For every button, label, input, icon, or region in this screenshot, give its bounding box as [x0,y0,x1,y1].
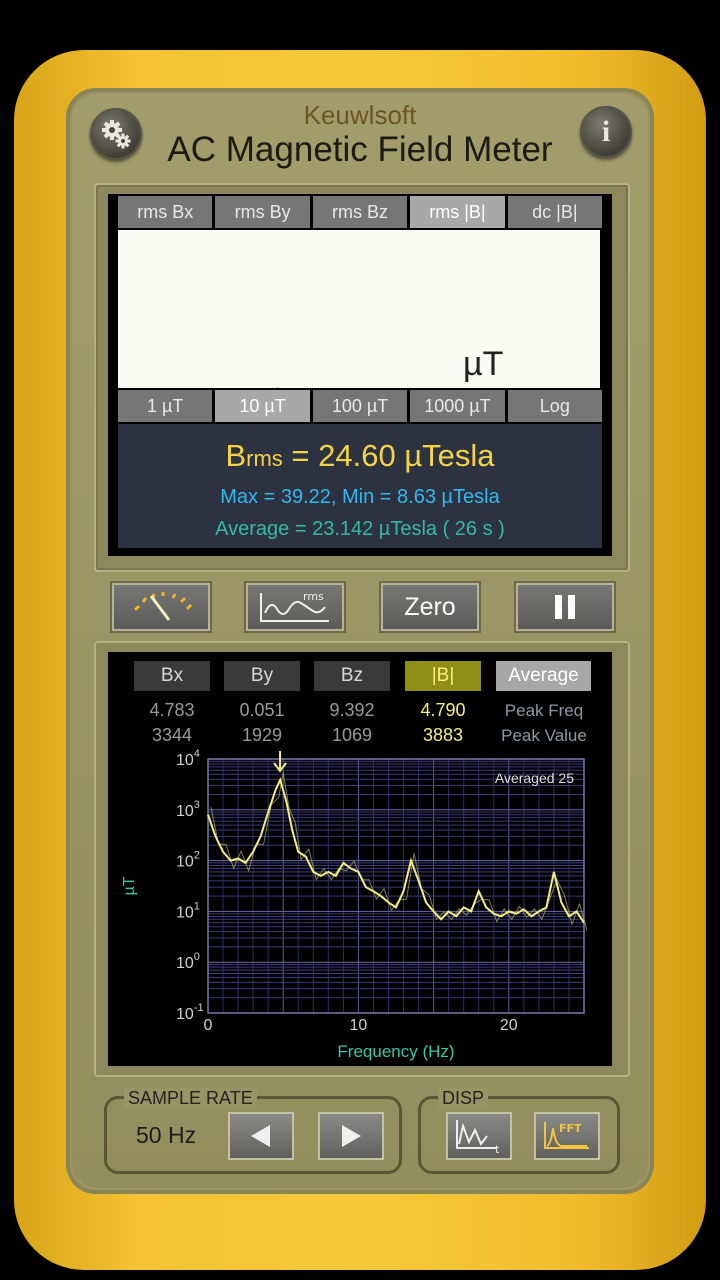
tab-rms-b-magnitude[interactable]: rms |B| [410,196,505,228]
b-peak-freq: 4.790 [420,700,466,720]
average-readout: Average = 23.142 µTesla ( 26 s ) [215,518,505,540]
fft-tab-bz[interactable]: Bz [314,661,390,691]
tab-rms-bz[interactable]: rms Bz [312,196,408,228]
rms-graph-icon: rms [260,590,329,622]
tab-range-10ut[interactable]: 10 µT [215,390,310,422]
meter-dial-svg: 10203040506070 µT [276,345,503,388]
fft-y-tick-label: 102 [176,850,200,871]
fft-display-button[interactable]: FFT [534,1112,600,1160]
analog-meter-dial: 10203040506070 µT [118,230,600,388]
brand-name: Keuwlsoft [303,100,417,130]
fft-spectrum-chart: 10-1 100 101 102 103 104 0 10 20 Averaged 25 µT… [121,748,588,1061]
peak-value-label: Peak Value [501,726,587,745]
fft-plot-border [207,758,585,1014]
rms-history-button[interactable]: rms [246,583,344,631]
tab-range-log[interactable]: Log [507,390,603,422]
tab-rms-by[interactable]: rms By [215,196,310,228]
triangle-right-icon [342,1125,361,1147]
b-peak-value: 3883 [422,725,464,745]
range-tabs: 1 µT 10 µT 100 µT 1000 µT Log [118,390,603,422]
rms-icon-label: rms [303,590,324,603]
sample-rate-value: 50 Hz [136,1122,197,1148]
sample-rate-label: SAMPLE RATE [124,1088,257,1109]
pause-button[interactable] [516,583,614,631]
fft-y-label: µT [121,876,138,895]
tab-range-100ut[interactable]: 100 µT [312,390,408,422]
fft-y-tick-label: 101 [176,900,200,921]
pause-icon [555,595,575,619]
tab-range-1000ut[interactable]: 1000 µT [410,390,505,422]
fft-tab-b-magnitude[interactable]: |B| [405,661,481,691]
by-peak-value: 1929 [241,725,283,745]
meter-view-button[interactable] [112,583,210,631]
meter-icon [133,592,193,621]
fft-tab-by[interactable]: By [224,661,300,691]
fft-y-tick-label: 103 [176,799,200,820]
fft-y-tick-label: 100 [176,951,200,972]
time-graph-icon: t [456,1120,500,1154]
fft-y-tick-label: 10-1 [176,1002,204,1023]
fft-series-overlay [210,772,588,931]
sample-rate-next-button[interactable] [318,1112,384,1160]
gear-icon [102,120,131,149]
fft-x-tick-label: 10 [350,1017,368,1034]
fft-grid [208,759,584,1014]
info-icon: i [601,115,611,148]
rms-readout: Brms = 24.60 µTesla [225,438,495,473]
app-title: AC Magnetic Field Meter [167,130,553,169]
fft-series-b-magnitude [207,777,585,924]
triangle-left-icon [251,1125,270,1147]
zero-button[interactable]: Zero [381,583,479,631]
bx-peak-value: 3344 [151,725,193,745]
bz-peak-value: 1069 [331,725,373,745]
tab-rms-bx[interactable]: rms Bx [118,196,213,228]
settings-button[interactable] [90,108,142,160]
sample-rate-prev-button[interactable] [228,1112,294,1160]
fft-x-label: Frequency (Hz) [337,1042,454,1061]
mode-tabs: rms Bx rms By rms Bz rms |B| dc |B| [118,196,603,228]
readout-panel: Brms = 24.60 µTesla Max = 39.22, Min = 8… [118,424,602,548]
info-button[interactable]: i [580,106,632,158]
fft-tab-average[interactable]: Average [496,661,591,691]
tab-range-1ut[interactable]: 1 µT [118,390,213,422]
time-display-button[interactable]: t [446,1112,512,1160]
tab-dc-b-magnitude[interactable]: dc |B| [507,196,603,228]
dial-unit-label: µT [463,345,503,383]
svg-text:t: t [495,1143,500,1154]
fft-tab-bx[interactable]: Bx [134,661,210,691]
fft-icon-label: FFT [559,1122,582,1135]
fft-y-tick-label: 104 [176,748,200,769]
fft-annotation: Averaged 25 [495,770,574,786]
bx-peak-freq: 4.783 [149,700,195,720]
peak-freq-label: Peak Freq [504,701,584,720]
bz-peak-freq: 9.392 [329,700,375,720]
display-label: DISP [438,1088,489,1109]
fft-x-tick-label: 20 [500,1017,518,1034]
by-peak-freq: 0.051 [239,700,285,720]
fft-x-tick-label: 0 [204,1017,213,1034]
max-min-readout: Max = 39.22, Min = 8.63 µTesla [220,486,500,508]
fft-graph-icon: FFT [544,1122,589,1149]
